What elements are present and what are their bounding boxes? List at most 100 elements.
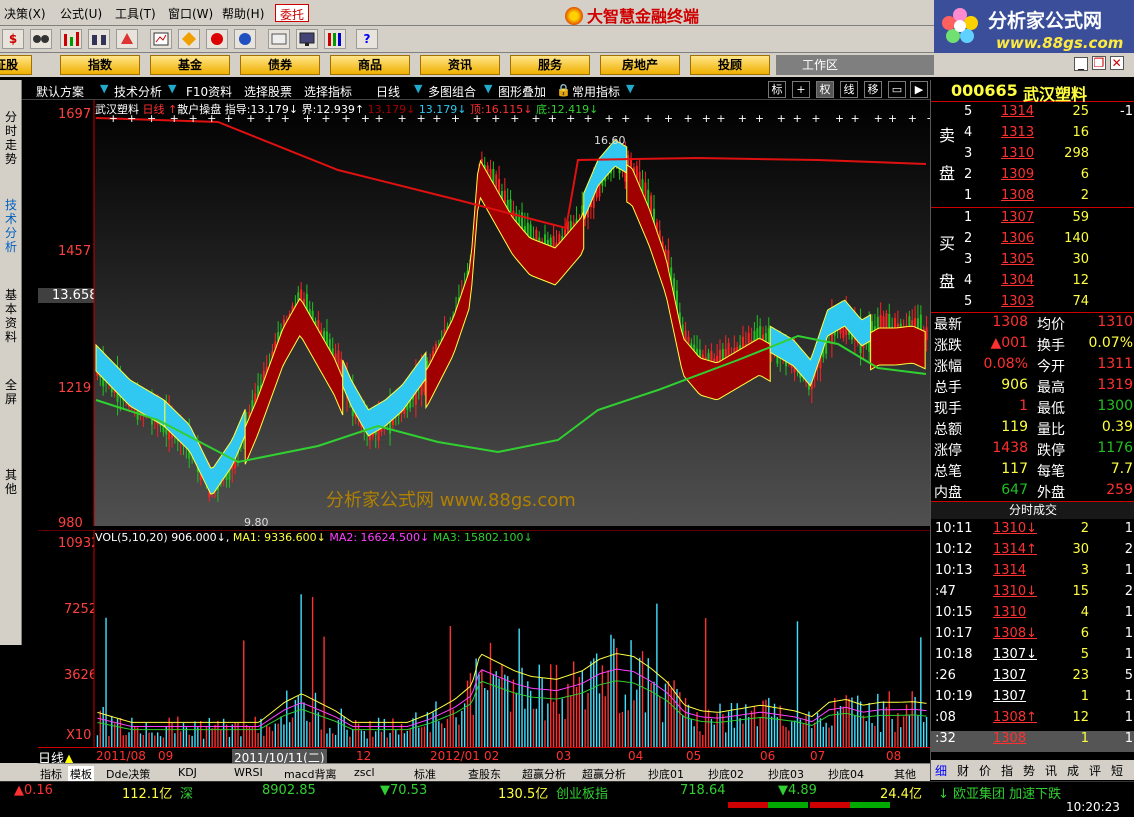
menu-tools[interactable]: 工具(T) [115,5,156,22]
orderbook-row[interactable]: 4 1313 16 [931,125,1134,146]
dropdown-icon[interactable]: ▼ [100,82,108,96]
rights-icon[interactable]: 权 [816,81,834,98]
orderbook-row[interactable]: 1 1308 2 [931,188,1134,209]
right-tab[interactable]: 短 [1111,762,1123,779]
ind-tab[interactable]: macd背离 [284,766,337,782]
tab-technical[interactable]: 技术分析 [114,83,162,100]
tab-f10[interactable]: F10资料 [186,83,232,100]
bars-icon[interactable] [60,29,82,49]
weituo-button[interactable]: 委托 [275,4,310,22]
ind-tab[interactable]: WRSI [234,766,263,779]
move-icon[interactable]: 移 [864,81,882,98]
crosshair-icon[interactable]: + [792,81,810,98]
news-icon[interactable] [268,29,290,49]
close-icon[interactable]: ✕ [1109,56,1124,70]
tab-common-indicator[interactable]: 常用指标 [572,83,620,100]
orderbook-row[interactable]: 2 1306 140 [931,231,1134,252]
orderbook-row[interactable]: 1 1307 59 [931,210,1134,231]
orderbook-row[interactable]: 4 1304 12 [931,273,1134,294]
ind-tab[interactable]: 抄底02 [708,766,744,782]
alarm-icon[interactable] [116,29,138,49]
record-icon[interactable] [206,29,228,49]
line-icon[interactable]: 线 [840,81,858,98]
ind-tab[interactable]: 超赢分析 [522,766,566,782]
binoculars-icon[interactable] [88,29,110,49]
orderbook-row[interactable]: 3 1305 30 [931,252,1134,273]
right-tab[interactable]: 价 [979,762,991,779]
globe-icon[interactable] [234,29,256,49]
orderbook-row[interactable]: 5 1314 25 -1 [931,104,1134,125]
glasses-icon[interactable] [30,29,52,49]
restore-icon[interactable]: ❐ [1091,56,1106,70]
tab-multi-chart[interactable]: 多图组合 [428,83,476,100]
sidebar-item-fundamental[interactable]: 基本资料 [2,288,20,344]
dollar-icon[interactable]: $ [2,29,24,49]
tab-default-scheme[interactable]: 默认方案 [36,83,84,100]
trade-row[interactable]: 10:18 1307↓ 5 1 [931,647,1134,668]
trade-row[interactable]: 10:13 1314 3 1 [931,563,1134,584]
ind-tab[interactable]: 其他 [894,766,916,782]
trade-row[interactable]: :08 1308↑ 12 1 [931,710,1134,731]
window-icon[interactable]: ▭ [888,81,906,98]
lock-icon[interactable]: 🔒 [556,83,571,97]
ind-tab[interactable]: Dde决策 [106,766,150,782]
right-tab[interactable]: 评 [1089,762,1101,779]
orderbook-row[interactable]: 2 1309 6 [931,167,1134,188]
nav-index[interactable]: 指数 [60,55,140,75]
sidebar-item-other[interactable]: 其他 [2,468,20,496]
ind-tab[interactable]: KDJ [178,766,197,779]
sidebar-item-technical[interactable]: 技术分析 [2,198,20,254]
dropdown-icon[interactable]: ▼ [414,82,422,96]
ind-tab[interactable]: 超赢分析 [582,766,626,782]
right-tab[interactable]: 细 [935,762,947,779]
minimize-icon[interactable]: _ [1074,57,1088,71]
volume-chart[interactable] [38,530,930,747]
status-alert[interactable]: ↓ 欧亚集团 加速下跌 [938,783,1061,802]
ind-tab[interactable]: 抄底01 [648,766,684,782]
trade-row[interactable]: 10:12 1314↑ 30 2 [931,542,1134,563]
trade-row[interactable]: :26 1307 23 5 [931,668,1134,689]
ind-tab-active[interactable]: 模板 [68,766,94,782]
menu-help[interactable]: 帮助(H) [222,5,264,22]
price-chart[interactable]: + + + + + + + + + + + + + + + + + + + + + + + + + + + + + + + + + + + + + + + +… [38,100,930,526]
right-tab[interactable]: 讯 [1045,762,1057,779]
ind-tab[interactable]: 抄底04 [828,766,864,782]
menu-window[interactable]: 窗口(W) [168,5,213,22]
nav-fund[interactable]: 基金 [150,55,230,75]
orderbook-row[interactable]: 3 1310 298 [931,146,1134,167]
stock-icon[interactable] [150,29,172,49]
tab-select-stock[interactable]: 选择股票 [244,83,292,100]
tab-overlay[interactable]: 图形叠加 [498,83,546,100]
trade-row[interactable]: 10:11 1310↓ 2 1 [931,521,1134,542]
trade-row[interactable]: 10:19 1307 1 1 [931,689,1134,710]
trade-row[interactable]: :32 1308 1 1 [931,731,1134,752]
nav-bond[interactable]: 债券 [240,55,320,75]
ind-tab[interactable]: 指标 [40,766,62,782]
trade-row[interactable]: :47 1310↓ 15 2 [931,584,1134,605]
menu-decision[interactable]: 决策(X) [4,5,46,22]
nav-info[interactable]: 资讯 [420,55,500,75]
right-tab[interactable]: 成 [1067,762,1079,779]
right-tab[interactable]: 势 [1023,762,1035,779]
dropdown-icon[interactable]: ▼ [626,82,634,96]
sidebar-item-fullscreen[interactable]: 全屏 [2,378,20,406]
next-icon[interactable]: ▶ [910,81,928,98]
sidebar-item-intraday[interactable]: 分时走势 [2,110,20,166]
tab-daily[interactable]: 日线 [376,83,400,100]
right-tab[interactable]: 指 [1001,762,1013,779]
tab-select-indicator[interactable]: 选择指标 [304,83,352,100]
help-icon[interactable]: ? [356,29,378,49]
monitor-icon[interactable] [296,29,318,49]
menu-formula[interactable]: 公式(U) [60,5,102,22]
dropdown-icon[interactable]: ▼ [168,82,176,96]
ind-tab[interactable]: 抄底03 [768,766,804,782]
ind-tab[interactable]: 标准 [414,766,436,782]
workarea-button[interactable]: 工作区 [776,55,934,75]
trade-row[interactable]: 10:15 1310 4 1 [931,605,1134,626]
nav-realestate[interactable]: 房地产 [600,55,680,75]
nav-advisor[interactable]: 投顾 [690,55,770,75]
ind-tab[interactable]: zscl [354,766,375,779]
nav-service[interactable]: 服务 [510,55,590,75]
diamond-icon[interactable] [178,29,200,49]
books-icon[interactable] [324,29,346,49]
